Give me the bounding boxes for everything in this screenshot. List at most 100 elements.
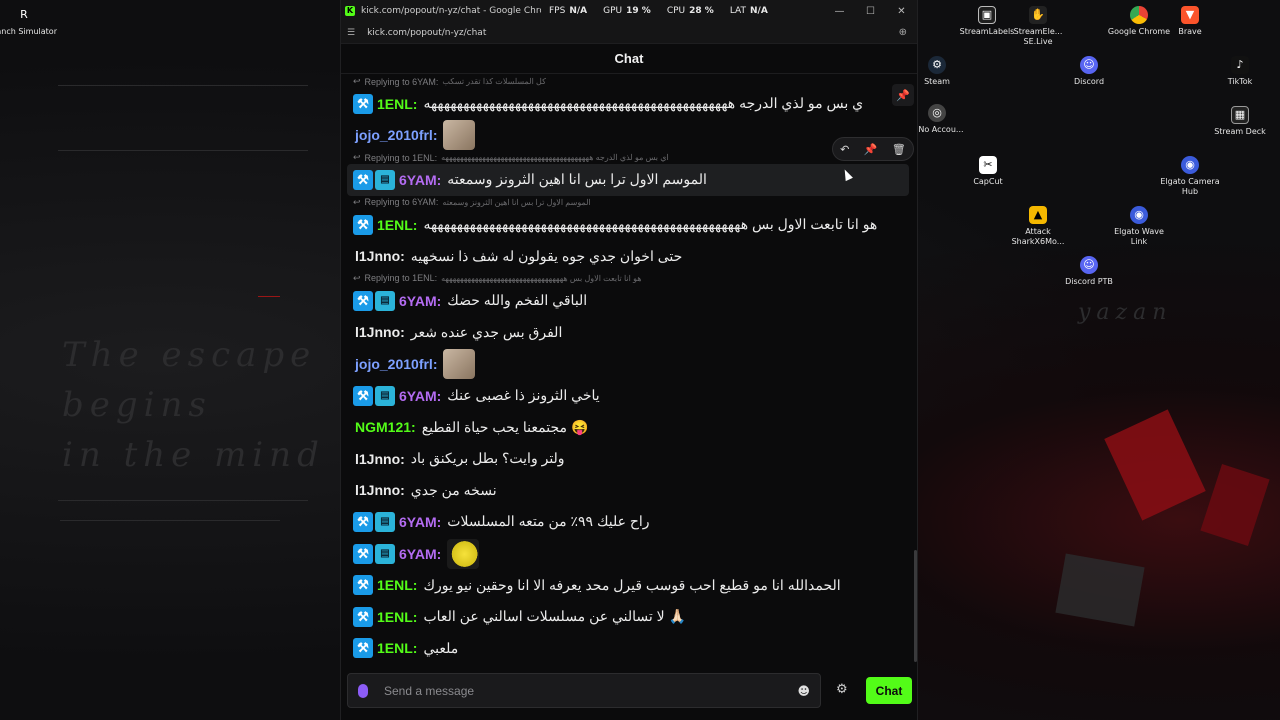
reply-arrow-icon: ↩ <box>353 272 361 283</box>
desktop-icon-brave[interactable]: ▼ Brave <box>1157 6 1223 37</box>
wallpaper-accent <box>258 296 280 297</box>
moderator-badge-icon[interactable]: ⚒ <box>353 575 373 596</box>
moderator-badge-icon[interactable]: ⚒ <box>353 290 373 311</box>
pin-message-icon[interactable]: 📌 <box>864 143 878 156</box>
subscriber-badge-icon[interactable]: ▤ <box>375 169 395 190</box>
username[interactable]: l1Jnno: <box>355 482 405 498</box>
username[interactable]: 1ENL: <box>377 609 417 625</box>
chat-message[interactable]: NGM121: مجتمعنا يحب حياة القطيع 😝 <box>353 411 917 443</box>
chat-message[interactable]: l1Jnno: ولتر وايت؟ بطل بريكنق باد <box>353 443 917 475</box>
streamelements-icon: ✋ <box>1029 6 1047 24</box>
username[interactable]: jojo_2010frl: <box>355 127 437 143</box>
close-button[interactable]: ✕ <box>886 6 917 17</box>
minimize-button[interactable]: — <box>824 6 855 17</box>
desktop-icon-elgato-wave-link[interactable]: ◉ Elgato Wave Link <box>1106 206 1172 247</box>
moderator-badge-icon[interactable]: ⚒ <box>353 638 373 659</box>
username[interactable]: 6YAM: <box>399 293 441 309</box>
subscriber-badge-icon[interactable]: ▤ <box>375 385 395 406</box>
desktop-icon-streamelements[interactable]: ✋ StreamEle... SE.Live <box>1005 6 1071 47</box>
chat-message[interactable]: ⚒ ▤ 6YAM: راح عليك ٩٩٪ من متعه المسلسلات <box>353 506 917 538</box>
zoom-icon[interactable]: ⊕ <box>899 27 907 38</box>
moderator-badge-icon[interactable]: ⚒ <box>353 511 373 532</box>
ranch-icon: R <box>20 8 28 21</box>
pin-icon[interactable]: 📌 <box>892 84 914 106</box>
reply-quoted-text: كل المسلسلات كذا تقدر تسكب <box>442 77 546 86</box>
reply-arrow-icon: ↩ <box>353 76 361 86</box>
chat-message[interactable]: ⚒ 1ENL: الحمدالله انا مو قطيع احب قوسب قير… <box>353 569 917 601</box>
desktop-icon-elgato-camera-hub[interactable]: ◉ Elgato Camera Hub <box>1157 156 1223 197</box>
username[interactable]: 6YAM: <box>399 514 441 530</box>
chat-message[interactable]: ⚒ 1ENL: ي بس مو لذي الدرجه ههههههههههههههه… <box>353 88 917 120</box>
message-text: الفرق بس جدي عنده شعر <box>410 323 563 340</box>
desktop-icon-label: Attack SharkX6Mo... <box>1011 227 1065 246</box>
moderator-badge-icon[interactable]: ⚒ <box>353 214 373 235</box>
moderator-badge-icon[interactable]: ⚒ <box>353 93 373 114</box>
chat-message[interactable]: ⚒ ▤ 6YAM: <box>353 538 917 570</box>
desktop-icon-tiktok[interactable]: ♪ TikTok <box>1207 56 1273 87</box>
stat-lat: LAT N/A <box>729 6 768 16</box>
moderator-badge-icon[interactable]: ⚒ <box>353 385 373 406</box>
emoji: 🙏🏻 <box>668 608 687 625</box>
username[interactable]: 6YAM: <box>399 388 441 404</box>
desktop-icon-capcut[interactable]: ✂ CapCut <box>955 156 1021 187</box>
chat-message[interactable]: ⚒ 1ENL: ملعبي <box>353 633 917 665</box>
url-text[interactable]: kick.com/popout/n-yz/chat <box>367 28 486 38</box>
username[interactable]: 1ENL: <box>377 640 417 656</box>
reply-context[interactable]: ↩ Replying to 1ENL: هو انا تابعت الاول بس … <box>353 272 917 285</box>
chat-message[interactable]: ⚒ ▤ 6YAM: الموسم الاول ترا بس انا اهين الثر… <box>347 164 909 196</box>
username[interactable]: NGM121: <box>355 419 416 435</box>
reply-icon[interactable]: ↶ <box>840 143 849 156</box>
desktop-icon-ranch-simulator[interactable]: R Ranch Simulator <box>0 6 57 37</box>
reply-context[interactable]: ↩ Replying to 6YAM: الموسم الاول ترا بس ان… <box>353 196 917 209</box>
chat-scrollbar[interactable] <box>914 550 917 662</box>
site-info-icon[interactable]: ☰ <box>347 28 355 38</box>
chat-message[interactable]: jojo_2010frl: <box>353 348 917 380</box>
desktop-icon-discord-ptb[interactable]: ☺ Discord PTB <box>1056 256 1122 287</box>
elgato-wave-icon: ◉ <box>1130 206 1148 224</box>
desktop-icon-discord[interactable]: ☺ Discord <box>1056 56 1122 87</box>
desktop-icon-attack-shark[interactable]: ▲ Attack SharkX6Mo... <box>1005 206 1071 247</box>
moderator-badge-icon[interactable]: ⚒ <box>353 543 373 564</box>
wallpaper-signature: yazan <box>1078 300 1173 325</box>
reply-context[interactable]: ↩ Replying to 6YAM: كل المسلسلات كذا تقدر … <box>353 75 917 88</box>
window-titlebar[interactable]: K kick.com/popout/n-yz/chat - Google Chr… <box>341 0 917 22</box>
username[interactable]: l1Jnno: <box>355 324 405 340</box>
username[interactable]: jojo_2010frl: <box>355 356 437 372</box>
desktop-icon-stream-deck[interactable]: ▦ Stream Deck <box>1207 106 1273 137</box>
moderator-badge-icon[interactable]: ⚒ <box>353 606 373 627</box>
reply-arrow-icon: ↩ <box>353 196 361 207</box>
moderator-badge-icon[interactable]: ⚒ <box>353 169 373 190</box>
chat-message[interactable]: ⚒ 1ENL: هو انا تابعت الاول بس هههههههههههه… <box>353 209 917 241</box>
chat-message[interactable]: l1Jnno: نسخه من جدي <box>353 475 917 507</box>
emoji-picker-icon[interactable]: ☻ <box>797 684 810 698</box>
message-text: لا تسالني عن مسلسلات اسالني عن العاب <box>423 608 665 625</box>
chat-message[interactable]: ⚒ ▤ 6YAM: الباقي الفخم والله حضك <box>353 285 917 317</box>
username[interactable]: 1ENL: <box>377 96 417 112</box>
username[interactable]: l1Jnno: <box>355 451 405 467</box>
message-input[interactable] <box>384 683 798 698</box>
username[interactable]: 1ENL: <box>377 217 417 233</box>
wallpaper-divider <box>60 520 280 521</box>
microphone-icon[interactable] <box>358 683 368 698</box>
chat-message[interactable]: l1Jnno: حتى اخوان جدي جوه يقولون له شف ذا… <box>353 240 917 272</box>
chat-settings-gear-icon[interactable]: ⚙ <box>836 682 848 697</box>
subscriber-badge-icon[interactable]: ▤ <box>375 543 395 564</box>
username[interactable]: l1Jnno: <box>355 248 405 264</box>
reply-to-label: Replying to 1ENL: <box>364 152 438 163</box>
username[interactable]: 6YAM: <box>399 172 441 188</box>
username[interactable]: 6YAM: <box>399 546 441 562</box>
send-chat-button[interactable]: Chat <box>866 677 912 704</box>
maximize-button[interactable]: ☐ <box>855 6 886 17</box>
delete-icon[interactable]: 🗑 <box>892 143 906 156</box>
message-actions-toolbar: ↶ 📌 🗑 <box>832 137 914 161</box>
subscriber-badge-icon[interactable]: ▤ <box>375 511 395 532</box>
chat-message[interactable]: ⚒ ▤ 6YAM: ياخي الثرونز ذا غصبى عنك <box>353 380 917 412</box>
chat-message[interactable]: ⚒ 1ENL: لا تسالني عن مسلسلات اسالني عن الع… <box>353 601 917 633</box>
desktop-icon-label: Elgato Camera Hub <box>1160 177 1220 196</box>
chat-message[interactable]: l1Jnno: الفرق بس جدي عنده شعر <box>353 317 917 349</box>
chat-message-list[interactable]: ↩ Replying to 6YAM: كل المسلسلات كذا تقدر … <box>341 75 917 665</box>
address-bar[interactable]: ☰ kick.com/popout/n-yz/chat ⊕ <box>341 22 917 44</box>
username[interactable]: 1ENL: <box>377 577 417 593</box>
chrome-icon <box>1130 6 1148 24</box>
subscriber-badge-icon[interactable]: ▤ <box>375 290 395 311</box>
